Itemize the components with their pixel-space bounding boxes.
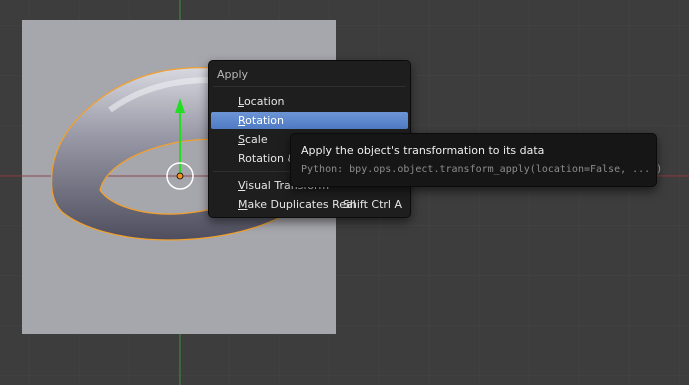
object-origin-icon xyxy=(176,172,184,180)
menu-item-label: Location xyxy=(238,95,285,108)
tooltip: Apply the object's transformation to its… xyxy=(290,133,662,187)
menu-title: Apply xyxy=(217,68,249,81)
menu-item-label: Scale xyxy=(238,133,268,146)
menu-item-location[interactable]: Location xyxy=(211,93,408,110)
tooltip-description: Apply the object's transformation to its… xyxy=(301,144,545,157)
3d-viewport[interactable]: Apply Location Rotation Scale Rotation &… xyxy=(0,0,689,385)
menu-item-make-duplicates-real[interactable]: Make Duplicates Real Shift Ctrl A xyxy=(211,196,408,213)
menu-item-label: Rotation xyxy=(238,114,285,127)
menu-item-rotation[interactable]: Rotation xyxy=(211,112,408,129)
tooltip-python: Python: bpy.ops.object.transform_apply(l… xyxy=(301,164,663,175)
menu-separator xyxy=(213,86,406,87)
menu-item-label: Make Duplicates Real xyxy=(238,198,356,211)
menu-item-shortcut: Shift Ctrl A xyxy=(342,198,402,211)
